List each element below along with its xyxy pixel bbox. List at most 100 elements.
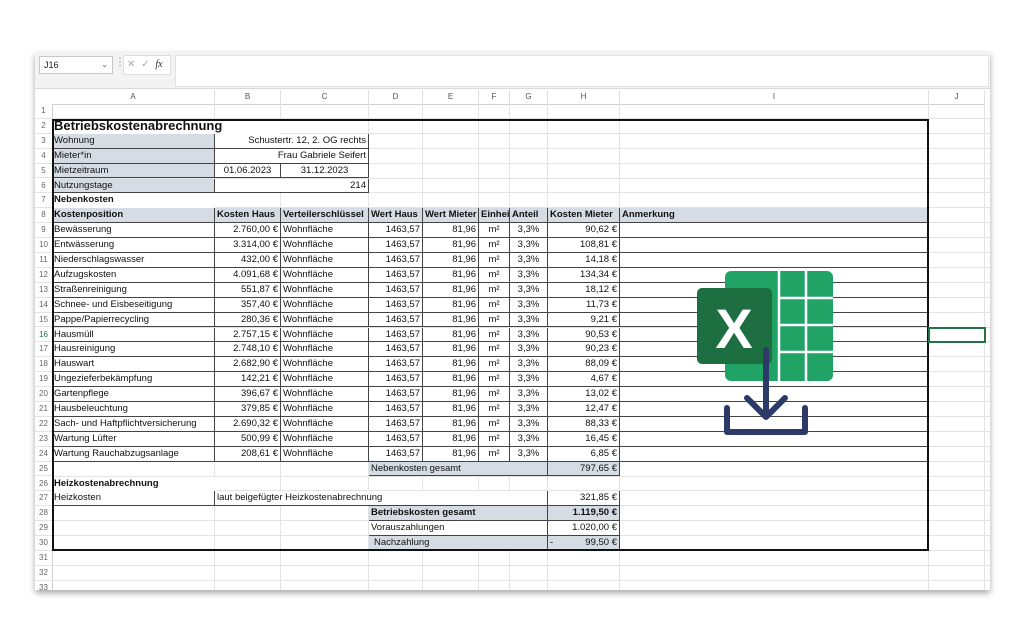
item-cell[interactable]: 81,96 — [423, 283, 479, 298]
item-cell[interactable]: 81,96 — [423, 253, 479, 268]
row-header-27[interactable]: 27 — [35, 491, 53, 506]
item-cell[interactable]: 1463,57 — [369, 283, 423, 298]
row-header-32[interactable]: 32 — [35, 566, 53, 581]
item-cell[interactable]: 2.757,15 € — [215, 328, 281, 343]
item-cell[interactable]: 3,3% — [510, 432, 548, 447]
item-cell[interactable]: 3,3% — [510, 387, 548, 402]
info-label-zeitraum[interactable]: Mietzeitraum — [52, 164, 215, 179]
item-cell[interactable]: 9,21 € — [548, 313, 620, 328]
item-cell[interactable]: 81,96 — [423, 372, 479, 387]
row-header-16[interactable]: 16 — [35, 328, 53, 343]
item-cell[interactable]: 500,99 € — [215, 432, 281, 447]
item-cell[interactable]: Entwässerung — [52, 238, 215, 253]
nebenkosten-total-label[interactable]: Nebenkosten gesamt — [369, 462, 548, 477]
item-cell[interactable]: Pappe/Papierrecycling — [52, 313, 215, 328]
item-cell[interactable]: 3,3% — [510, 447, 548, 462]
item-cell[interactable]: 2.760,00 € — [215, 223, 281, 238]
row-header-9[interactable]: 9 — [35, 223, 53, 238]
item-cell[interactable]: 2.690,32 € — [215, 417, 281, 432]
row-header-25[interactable]: 25 — [35, 462, 53, 477]
item-cell[interactable]: 551,87 € — [215, 283, 281, 298]
item-cell[interactable]: 379,85 € — [215, 402, 281, 417]
item-cell[interactable]: 88,09 € — [548, 357, 620, 372]
item-cell[interactable]: 81,96 — [423, 387, 479, 402]
item-cell[interactable]: 81,96 — [423, 357, 479, 372]
item-cell[interactable]: m² — [479, 328, 510, 343]
column-title-5[interactable]: Einheit — [479, 208, 510, 223]
item-cell[interactable]: Aufzugskosten — [52, 268, 215, 283]
vorauszahlungen-label[interactable]: Vorauszahlungen — [369, 521, 548, 536]
item-cell[interactable]: Wohnfläche — [281, 372, 369, 387]
item-cell[interactable]: 1463,57 — [369, 268, 423, 283]
item-cell[interactable]: Wohnfläche — [281, 342, 369, 357]
item-cell[interactable]: 3,3% — [510, 402, 548, 417]
row-header-12[interactable]: 12 — [35, 268, 53, 283]
item-cell[interactable]: Wohnfläche — [281, 417, 369, 432]
column-header-J[interactable]: J — [929, 90, 985, 105]
row-header-3[interactable]: 3 — [35, 134, 53, 149]
item-cell[interactable]: 3,3% — [510, 417, 548, 432]
column-title-7[interactable]: Kosten Mieter — [548, 208, 620, 223]
item-cell[interactable]: Wohnfläche — [281, 283, 369, 298]
item-cell[interactable]: 4,67 € — [548, 372, 620, 387]
column-title-0[interactable]: Kostenposition — [52, 208, 215, 223]
row-header-22[interactable]: 22 — [35, 417, 53, 432]
item-cell[interactable]: Hausbeleuchtung — [52, 402, 215, 417]
item-cell[interactable]: Niederschlagswasser — [52, 253, 215, 268]
info-label-mieter[interactable]: Mieter*in — [52, 149, 215, 164]
item-cell[interactable]: 208,61 € — [215, 447, 281, 462]
vorauszahlungen-value[interactable]: 1.020,00 € — [548, 521, 620, 536]
item-cell[interactable]: 1463,57 — [369, 387, 423, 402]
item-cell[interactable]: 1463,57 — [369, 432, 423, 447]
item-cell[interactable]: 1463,57 — [369, 417, 423, 432]
item-cell[interactable]: Hausmüll — [52, 328, 215, 343]
heizkosten-label[interactable]: Heizkosten — [52, 491, 215, 506]
item-cell[interactable]: 18,12 € — [548, 283, 620, 298]
info-value-mieter[interactable]: Frau Gabriele Seifert — [215, 149, 369, 164]
anmerkung-cell[interactable] — [620, 223, 929, 238]
item-cell[interactable]: 16,45 € — [548, 432, 620, 447]
row-header-14[interactable]: 14 — [35, 298, 53, 313]
item-cell[interactable]: 12,47 € — [548, 402, 620, 417]
row-header-29[interactable]: 29 — [35, 521, 53, 536]
heizkosten-note[interactable]: laut beigefügter Heizkostenabrechnung — [215, 491, 548, 506]
item-cell[interactable]: 3,3% — [510, 223, 548, 238]
row-header-26[interactable]: 26 — [35, 477, 53, 492]
item-cell[interactable]: 1463,57 — [369, 357, 423, 372]
row-header-30[interactable]: 30 — [35, 536, 53, 551]
row-header-10[interactable]: 10 — [35, 238, 53, 253]
item-cell[interactable]: 2.682,90 € — [215, 357, 281, 372]
info-label-tage[interactable]: Nutzungstage — [52, 179, 215, 194]
section-heading-nebenkosten[interactable]: Nebenkosten — [52, 193, 215, 208]
item-cell[interactable]: 142,21 € — [215, 372, 281, 387]
row-header-4[interactable]: 4 — [35, 149, 53, 164]
item-cell[interactable]: Wohnfläche — [281, 402, 369, 417]
nachzahlung-label[interactable]: Nachzahlung — [369, 536, 548, 551]
item-cell[interactable]: m² — [479, 447, 510, 462]
item-cell[interactable]: 2.748,10 € — [215, 342, 281, 357]
item-cell[interactable]: 90,62 € — [548, 223, 620, 238]
sheet-title[interactable]: Betriebskostenabrechnung — [52, 119, 281, 134]
nebenkosten-total-value[interactable]: 797,65 € — [548, 462, 620, 477]
insert-function-icon[interactable]: fx — [155, 59, 162, 70]
row-header-8[interactable]: 8 — [35, 208, 53, 223]
column-title-2[interactable]: Verteilerschlüssel — [281, 208, 369, 223]
item-cell[interactable]: 3,3% — [510, 238, 548, 253]
item-cell[interactable]: Hausreinigung — [52, 342, 215, 357]
item-cell[interactable]: 13,02 € — [548, 387, 620, 402]
item-cell[interactable]: Wohnfläche — [281, 253, 369, 268]
name-box[interactable]: J16⌄ — [39, 56, 113, 74]
row-header-2[interactable]: 2 — [35, 119, 53, 134]
column-header-D[interactable]: D — [369, 90, 423, 105]
item-cell[interactable]: m² — [479, 387, 510, 402]
item-cell[interactable]: 432,00 € — [215, 253, 281, 268]
row-header-15[interactable]: 15 — [35, 313, 53, 328]
column-title-8[interactable]: Anmerkung — [620, 208, 929, 223]
row-header-17[interactable]: 17 — [35, 342, 53, 357]
column-header-E[interactable]: E — [423, 90, 479, 105]
item-cell[interactable]: Wohnfläche — [281, 328, 369, 343]
item-cell[interactable]: 90,53 € — [548, 328, 620, 343]
item-cell[interactable]: 6,85 € — [548, 447, 620, 462]
item-cell[interactable]: m² — [479, 283, 510, 298]
item-cell[interactable]: Wohnfläche — [281, 223, 369, 238]
